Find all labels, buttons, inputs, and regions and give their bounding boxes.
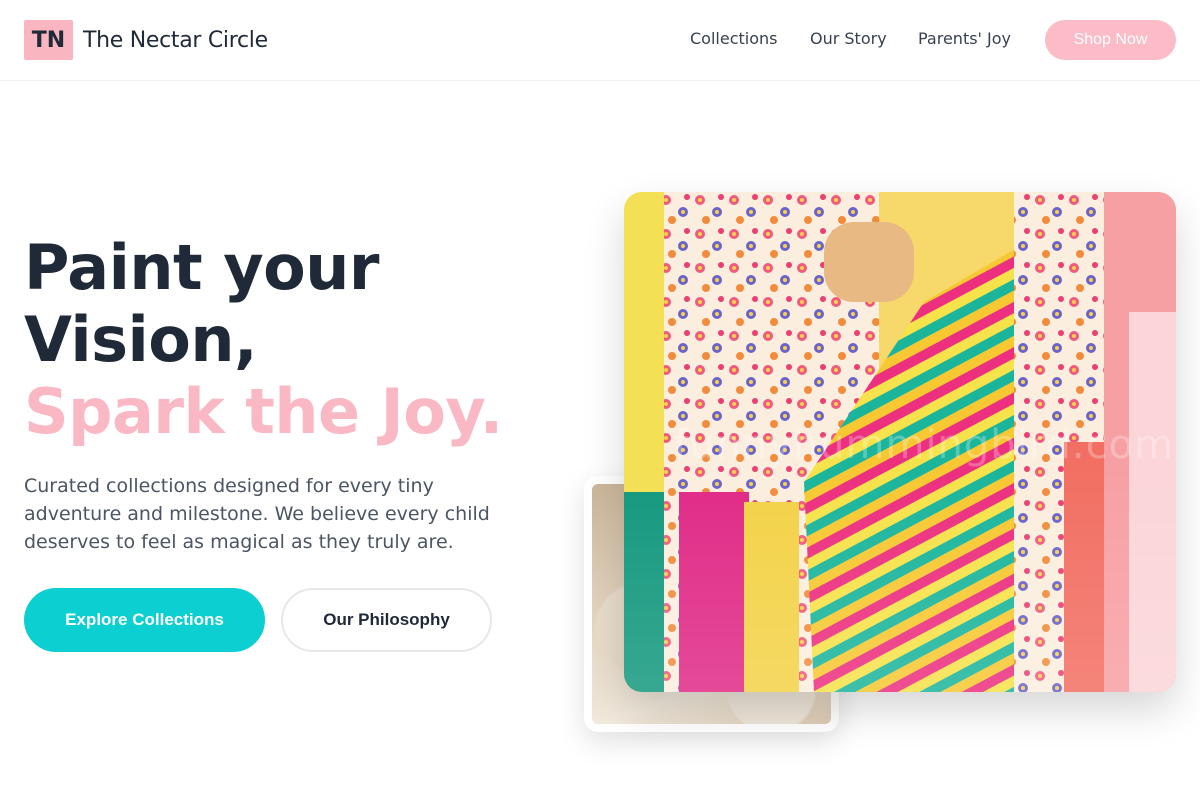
hero-headline: Paint your Vision, Spark the Joy. bbox=[24, 232, 584, 448]
logo-mark: TN bbox=[24, 20, 73, 60]
nav-link-parents-joy[interactable]: Parents' Joy bbox=[918, 29, 1011, 48]
image-watermark: funnyhummingbird.com bbox=[674, 422, 1175, 468]
hero-description: Curated collections designed for every t… bbox=[24, 475, 490, 553]
hero-clothing-photo: funnyhummingbird.com bbox=[624, 192, 1176, 692]
shop-now-button[interactable]: Shop Now bbox=[1045, 20, 1176, 60]
headline-line-2: Vision, bbox=[24, 303, 258, 376]
nav-link-collections[interactable]: Collections bbox=[690, 29, 777, 48]
headline-line-1: Paint your bbox=[24, 231, 379, 304]
brand-logo[interactable]: TN The Nectar Circle bbox=[24, 20, 268, 60]
headline-accent: Spark the Joy. bbox=[24, 375, 503, 448]
our-philosophy-button[interactable]: Our Philosophy bbox=[281, 588, 492, 652]
nav-link-our-story[interactable]: Our Story bbox=[810, 29, 887, 48]
brand-name: The Nectar Circle bbox=[83, 27, 268, 53]
explore-collections-button[interactable]: Explore Collections bbox=[24, 588, 265, 652]
site-header: TN The Nectar Circle Collections Our Sto… bbox=[0, 0, 1200, 81]
